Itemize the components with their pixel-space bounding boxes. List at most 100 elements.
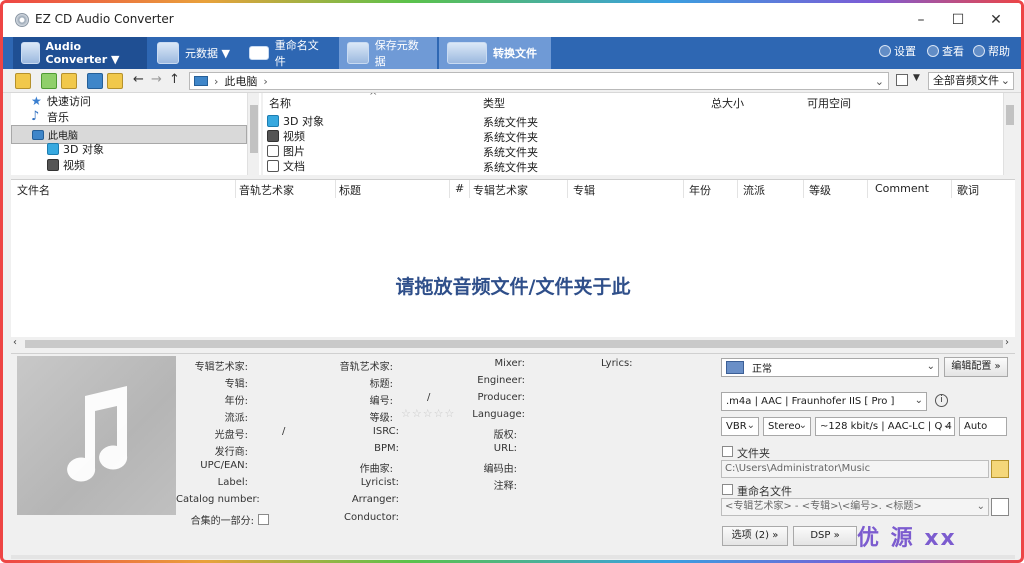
rename-checkbox[interactable]: [722, 484, 733, 495]
column-header-track-artist[interactable]: 音轨艺术家: [239, 182, 294, 198]
add-folder-icon[interactable]: [61, 73, 77, 89]
column-separator[interactable]: [567, 180, 568, 198]
column-header-number[interactable]: #: [455, 182, 464, 195]
column-separator[interactable]: [683, 180, 684, 198]
view-link[interactable]: 查看: [927, 43, 964, 59]
back-arrow-icon[interactable]: ←: [133, 72, 144, 87]
column-separator[interactable]: [469, 180, 470, 198]
file-name: 文档: [283, 159, 305, 173]
view-mode-icon[interactable]: [896, 74, 908, 86]
quality-select[interactable]: ~128 kbit/s | AAC-LC | Q 4 ⌄: [815, 417, 955, 436]
tab-rename-files[interactable]: 重命名文件: [241, 37, 337, 69]
list-item[interactable]: 图片: [267, 143, 305, 158]
label-title: 标题:: [369, 379, 393, 390]
column-header-total-size[interactable]: 总大小: [711, 95, 744, 111]
list-item[interactable]: 视频: [267, 128, 305, 143]
settings-link[interactable]: 设置: [879, 43, 916, 59]
column-header-filename[interactable]: 文件名: [17, 182, 50, 198]
add-files-icon[interactable]: [41, 73, 57, 89]
channels-select[interactable]: Stereo ⌄: [763, 417, 811, 436]
tree-scroll-thumb[interactable]: [250, 105, 258, 153]
folder-path-input[interactable]: C:\Users\Administrator\Music: [721, 460, 989, 478]
view-mode-dropdown-icon[interactable]: ▼: [913, 73, 920, 83]
tree-item-quick-access[interactable]: ★ 快速访问: [11, 93, 247, 109]
column-header-genre[interactable]: 流派: [743, 182, 765, 198]
home-folder-icon[interactable]: [15, 73, 31, 89]
edit-pattern-icon[interactable]: [991, 498, 1009, 516]
music-note-icon: ♪: [31, 109, 40, 124]
track-list[interactable]: 文件名 音轨艺术家 标题 # 专辑艺术家 专辑 年份 流派 等级 Comment…: [11, 179, 1015, 351]
column-header-album[interactable]: 专辑: [573, 182, 595, 198]
column-header-free-space[interactable]: 可用空间: [807, 95, 851, 111]
column-header-type[interactable]: 类型: [483, 95, 505, 111]
scroll-right-icon[interactable]: ›: [1005, 337, 1009, 348]
watermark-logo: 优 源 xx: [857, 526, 957, 551]
column-separator[interactable]: [335, 180, 336, 198]
rename-pattern-input[interactable]: <专辑艺术家> - <专辑>\<编号>. <标题> ⌄: [721, 498, 989, 516]
tree-item-3d-objects[interactable]: 3D 对象: [11, 141, 247, 157]
column-separator[interactable]: [803, 180, 804, 198]
tab-metadata[interactable]: 元数据 ▼: [149, 37, 239, 69]
label-notes: 注释:: [493, 481, 517, 492]
column-separator[interactable]: [235, 180, 236, 198]
browse-folder-icon[interactable]: [991, 460, 1009, 478]
chevron-down-icon: ⌄: [914, 395, 923, 406]
chevron-down-icon[interactable]: ⌄: [875, 75, 884, 88]
rating-stars[interactable]: ☆☆☆☆☆: [401, 407, 455, 420]
dsp-button[interactable]: DSP »: [793, 526, 857, 546]
sample-rate-select[interactable]: Auto: [959, 417, 1007, 436]
music-note-icon: [67, 386, 128, 482]
album-art[interactable]: [17, 356, 176, 515]
label-arranger: Arranger:: [351, 494, 399, 505]
scroll-left-icon[interactable]: ‹: [13, 337, 17, 348]
list-item[interactable]: 3D 对象: [267, 113, 324, 128]
tab-convert-files[interactable]: 转换文件: [439, 37, 551, 69]
file-type-filter[interactable]: 全部音频文件 ⌄: [928, 72, 1014, 90]
options-button[interactable]: 选项 (2) »: [722, 526, 788, 546]
tree-item-music[interactable]: ♪ 音乐: [11, 109, 247, 125]
music-folder-icon[interactable]: [107, 73, 123, 89]
column-header-title[interactable]: 标题: [339, 182, 361, 198]
tab-save-metadata[interactable]: 保存元数据: [339, 37, 437, 69]
folder-label: 文件夹: [737, 447, 770, 460]
info-icon[interactable]: i: [935, 394, 948, 407]
label-album: 专辑:: [224, 379, 248, 390]
up-arrow-icon[interactable]: ↑: [169, 72, 180, 87]
tree-scrollbar[interactable]: [247, 93, 259, 175]
column-header-rating[interactable]: 等级: [809, 182, 831, 198]
label-encoded-by: 编码由:: [483, 464, 517, 475]
list-item[interactable]: 文档: [267, 158, 305, 173]
file-list-scroll-thumb[interactable]: [1006, 105, 1014, 125]
folder-checkbox[interactable]: [722, 446, 733, 457]
track-list-hscrollbar[interactable]: ‹ ›: [11, 337, 1015, 351]
column-separator[interactable]: [867, 180, 868, 198]
address-bar[interactable]: › 此电脑 › ⌄: [189, 72, 889, 90]
label-label: Label:: [217, 477, 248, 488]
forward-arrow-icon[interactable]: →: [151, 72, 162, 87]
minimize-button[interactable]: –: [911, 10, 931, 30]
window-title: EZ CD Audio Converter: [35, 12, 174, 26]
column-header-comment[interactable]: Comment: [875, 182, 929, 195]
column-header-year[interactable]: 年份: [689, 182, 711, 198]
file-type: 系统文件夹: [483, 146, 538, 159]
computer-icon[interactable]: [87, 73, 103, 89]
column-separator[interactable]: [951, 180, 952, 198]
hscroll-thumb[interactable]: [25, 340, 1003, 348]
column-separator[interactable]: [449, 180, 450, 198]
maximize-button[interactable]: ☐: [948, 10, 968, 30]
edit-profile-button[interactable]: 编辑配置 »: [944, 357, 1008, 377]
close-button[interactable]: ✕: [986, 10, 1006, 30]
file-list-scrollbar[interactable]: [1003, 93, 1015, 175]
breadcrumb-chevron-icon: ›: [214, 74, 219, 88]
compilation-checkbox[interactable]: [258, 514, 269, 525]
help-link[interactable]: 帮助: [973, 43, 1010, 59]
bitrate-mode-select[interactable]: VBR ⌄: [721, 417, 759, 436]
column-header-album-artist[interactable]: 专辑艺术家: [473, 182, 528, 198]
column-header-name[interactable]: 名称: [269, 95, 291, 111]
column-header-lyrics[interactable]: 歌词: [957, 182, 979, 198]
column-separator[interactable]: [737, 180, 738, 198]
format-select[interactable]: .m4a | AAC | Fraunhofer IIS [ Pro ] ⌄: [721, 392, 927, 411]
tab-audio-converter[interactable]: Audio Converter ▼: [13, 37, 147, 69]
profile-select[interactable]: 正常 ⌄: [721, 358, 939, 377]
tree-item-videos[interactable]: 视频: [11, 157, 247, 173]
